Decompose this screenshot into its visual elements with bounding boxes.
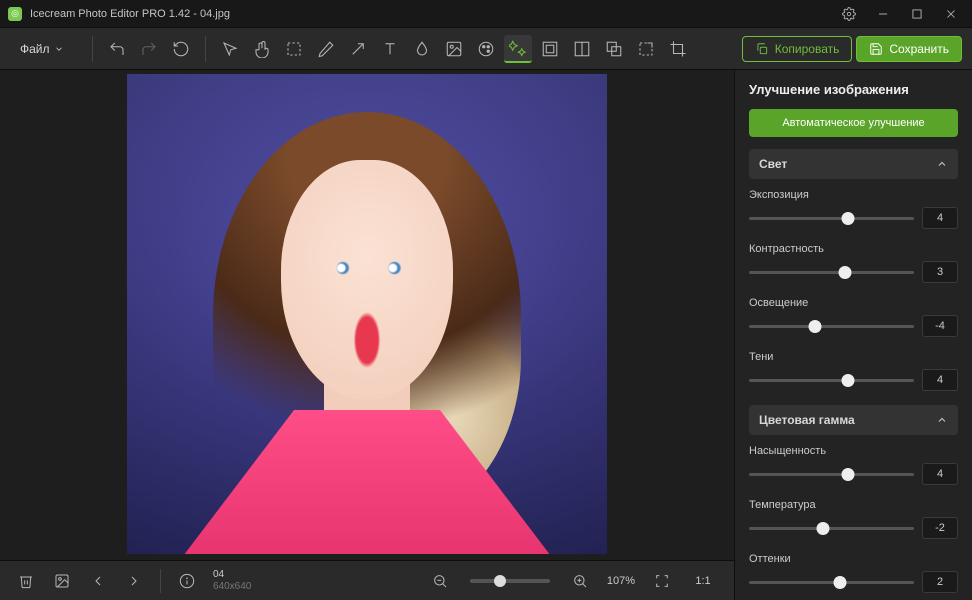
save-icon [869, 42, 883, 56]
marquee-tool[interactable] [280, 35, 308, 63]
slider-exposure: Экспозиция 4 [749, 189, 958, 229]
section-light[interactable]: Свет [749, 149, 958, 179]
color-tool[interactable] [472, 35, 500, 63]
exposure-slider[interactable] [749, 217, 914, 220]
slider-tint: Оттенки 2 [749, 553, 958, 593]
panel-title: Улучшение изображения [749, 82, 958, 97]
resize-tool[interactable] [632, 35, 660, 63]
hand-tool[interactable] [248, 35, 276, 63]
settings-icon[interactable] [834, 2, 864, 26]
enhance-tool[interactable] [504, 35, 532, 63]
actual-size-button[interactable]: 1:1 [684, 575, 722, 587]
photo-preview [127, 74, 607, 554]
pointer-tool[interactable] [216, 35, 244, 63]
saturation-slider[interactable] [749, 473, 914, 476]
lighting-value[interactable]: -4 [922, 315, 958, 337]
titlebar: ◎ Icecream Photo Editor PRO 1.42 - 04.jp… [0, 0, 972, 28]
arrow-tool[interactable] [344, 35, 372, 63]
zoom-level: 107% [602, 575, 640, 587]
copy-button[interactable]: Копировать [742, 36, 853, 62]
crop-tool[interactable] [664, 35, 692, 63]
tint-value[interactable]: 2 [922, 571, 958, 593]
section-color-label: Цветовая гамма [759, 413, 855, 427]
redo-button[interactable] [135, 35, 163, 63]
copy-icon [755, 42, 769, 56]
shadows-slider[interactable] [749, 379, 914, 382]
copy-label: Копировать [775, 42, 840, 56]
save-button[interactable]: Сохранить [856, 36, 962, 62]
file-menu[interactable]: Файл [10, 38, 74, 60]
prev-button[interactable] [84, 567, 112, 595]
save-label: Сохранить [889, 42, 949, 56]
shadows-value[interactable]: 4 [922, 369, 958, 391]
file-menu-label: Файл [20, 42, 50, 56]
section-light-label: Свет [759, 157, 787, 171]
saturation-value[interactable]: 4 [922, 463, 958, 485]
slider-temperature: Температура -2 [749, 499, 958, 539]
undo-button[interactable] [103, 35, 131, 63]
overlay-tool[interactable] [600, 35, 628, 63]
chevron-up-icon [936, 158, 948, 170]
zoom-out-button[interactable] [426, 567, 454, 595]
toolbar: Файл Копировать Сохранить [0, 28, 972, 70]
slider-saturation: Насыщенность 4 [749, 445, 958, 485]
text-tool[interactable] [376, 35, 404, 63]
enhance-panel: Улучшение изображения Автоматическое улу… [734, 70, 972, 600]
next-button[interactable] [120, 567, 148, 595]
minimize-button[interactable] [868, 2, 898, 26]
chevron-down-icon [54, 44, 64, 54]
tint-slider[interactable] [749, 581, 914, 584]
reset-button[interactable] [167, 35, 195, 63]
blur-tool[interactable] [408, 35, 436, 63]
fullscreen-button[interactable] [648, 567, 676, 595]
filename-label: 04 [213, 569, 251, 581]
chevron-up-icon [936, 414, 948, 426]
app-icon: ◎ [8, 7, 22, 21]
auto-enhance-button[interactable]: Автоматическое улучшение [749, 109, 958, 137]
dimensions-label: 640x640 [213, 581, 251, 593]
layout-tool[interactable] [568, 35, 596, 63]
window-title: Icecream Photo Editor PRO 1.42 - 04.jpg [30, 8, 834, 20]
contrast-value[interactable]: 3 [922, 261, 958, 283]
delete-button[interactable] [12, 567, 40, 595]
section-color[interactable]: Цветовая гамма [749, 405, 958, 435]
zoom-slider[interactable] [470, 579, 550, 583]
info-icon [173, 567, 201, 595]
lighting-slider[interactable] [749, 325, 914, 328]
maximize-button[interactable] [902, 2, 932, 26]
statusbar: 04 640x640 107% 1:1 [0, 560, 734, 600]
image-tool[interactable] [440, 35, 468, 63]
frame-tool[interactable] [536, 35, 564, 63]
brush-tool[interactable] [312, 35, 340, 63]
canvas[interactable] [0, 70, 734, 560]
close-button[interactable] [936, 2, 966, 26]
temperature-slider[interactable] [749, 527, 914, 530]
slider-shadows: Тени 4 [749, 351, 958, 391]
zoom-in-button[interactable] [566, 567, 594, 595]
contrast-slider[interactable] [749, 271, 914, 274]
slider-contrast: Контрастность 3 [749, 243, 958, 283]
slider-lighting: Освещение -4 [749, 297, 958, 337]
temperature-value[interactable]: -2 [922, 517, 958, 539]
gallery-button[interactable] [48, 567, 76, 595]
exposure-value[interactable]: 4 [922, 207, 958, 229]
